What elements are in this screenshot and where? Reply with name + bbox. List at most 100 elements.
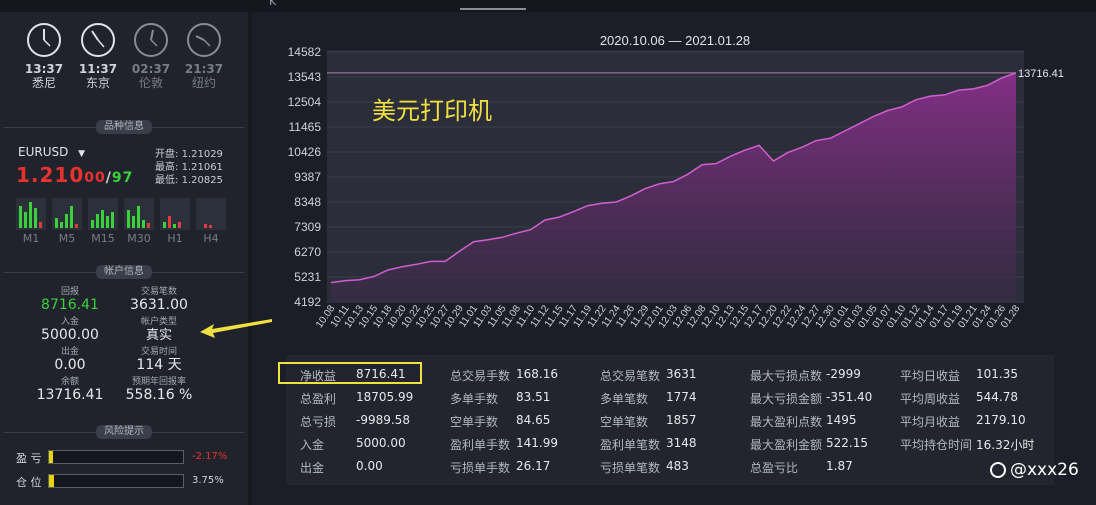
stat-label: 多单手数 bbox=[450, 392, 499, 406]
stat-value: 3148 bbox=[666, 436, 697, 450]
y-tick-label: 10426 bbox=[288, 145, 322, 159]
stat-value: 83.51 bbox=[516, 390, 551, 404]
y-tick-label: 14582 bbox=[288, 45, 322, 59]
position-bar bbox=[48, 474, 184, 488]
stat-item: 最大盈利点数 1495 bbox=[750, 413, 857, 430]
stat-item: 平均日收益 101.35 bbox=[900, 367, 1018, 384]
section-title: 风险提示 bbox=[96, 425, 152, 439]
stat-value: 522.15 bbox=[826, 436, 868, 450]
stat-item: 总盈亏比 1.87 bbox=[750, 459, 853, 476]
stat-item: 空单手数 84.65 bbox=[450, 413, 550, 430]
stat-label: 平均周收益 bbox=[900, 392, 961, 406]
stat-item: 总交易手数 168.16 bbox=[450, 367, 558, 384]
position-value: 3.75% bbox=[192, 475, 224, 486]
stat-label: 平均日收益 bbox=[900, 369, 961, 383]
watermark-text: @xxx26 bbox=[1010, 460, 1079, 480]
pl-value: -2.17% bbox=[192, 451, 228, 462]
y-tick-label: 13543 bbox=[288, 70, 322, 84]
stat-value: -9989.58 bbox=[356, 413, 410, 427]
last-value-label: 13716.41 bbox=[1018, 68, 1064, 80]
stat-item: 总亏损 -9989.58 bbox=[300, 413, 410, 430]
stat-item: 入金 5000.00 bbox=[300, 436, 406, 453]
stat-item: 盈利单手数 141.99 bbox=[450, 436, 558, 453]
y-tick-label: 11465 bbox=[289, 120, 322, 134]
stat-label: 总交易笔数 bbox=[600, 369, 661, 383]
stat-item: 平均月收益 2179.10 bbox=[900, 413, 1026, 430]
chart-title: 2020.10.06 — 2021.01.28 bbox=[600, 33, 750, 48]
stat-value: 1495 bbox=[826, 413, 857, 427]
stat-item: 总盈利 18705.99 bbox=[300, 390, 413, 407]
y-tick-label: 4192 bbox=[294, 295, 321, 309]
stat-label: 盈利单笔数 bbox=[600, 438, 661, 452]
stat-label: 最大亏损金额 bbox=[750, 392, 823, 406]
pl-bar bbox=[48, 450, 184, 464]
stat-label: 总盈利 bbox=[300, 392, 337, 406]
stat-value: 2179.10 bbox=[976, 413, 1026, 427]
stat-item: 盈利单笔数 3148 bbox=[600, 436, 697, 453]
equity-chart: 14582 13543 12504 11465 10426 9387 8348 7309 627… bbox=[288, 33, 1064, 330]
stat-item: 亏损单笔数 483 bbox=[600, 459, 689, 476]
stat-item: 平均持仓时间 16.32小时 bbox=[900, 436, 1034, 453]
stat-label: 最大亏损点数 bbox=[750, 369, 823, 383]
stat-item: 空单笔数 1857 bbox=[600, 413, 697, 430]
stat-value: -351.40 bbox=[826, 390, 873, 404]
stat-label: 空单手数 bbox=[450, 415, 499, 429]
stat-label: 最大盈利点数 bbox=[750, 415, 823, 429]
stat-item: 亏损单手数 26.17 bbox=[450, 459, 550, 476]
stat-label: 多单笔数 bbox=[600, 392, 649, 406]
stat-value: 483 bbox=[666, 459, 689, 473]
annual-value: 558.16 % bbox=[125, 387, 193, 403]
section-risk: 风险提示 bbox=[0, 425, 248, 439]
stat-label: 亏损单手数 bbox=[450, 461, 511, 475]
chart-annotation: 美元打印机 bbox=[372, 97, 492, 125]
stat-label: 最大盈利金额 bbox=[750, 438, 823, 452]
stat-value: 544.78 bbox=[976, 390, 1018, 404]
stat-label: 空单笔数 bbox=[600, 415, 649, 429]
stat-item: 最大亏损金额 -351.40 bbox=[750, 390, 872, 407]
stat-value: 18705.99 bbox=[356, 390, 414, 404]
stat-item: 多单手数 83.51 bbox=[450, 390, 550, 407]
net-profit-highlight bbox=[278, 362, 422, 384]
stat-value: 16.32小时 bbox=[976, 438, 1035, 452]
stat-label: 总交易手数 bbox=[450, 369, 511, 383]
stat-value: 101.35 bbox=[976, 367, 1018, 381]
annual-label: 预期年回报率 bbox=[131, 377, 186, 387]
y-tick-label: 8348 bbox=[294, 195, 321, 209]
stat-value: 141.99 bbox=[516, 436, 558, 450]
stat-value: 5000.00 bbox=[356, 436, 406, 450]
y-tick-label: 6270 bbox=[294, 245, 321, 259]
pl-bar-fill bbox=[49, 451, 54, 463]
stat-item: 最大盈利金额 522.15 bbox=[750, 436, 868, 453]
stat-item: 多单笔数 1774 bbox=[600, 390, 697, 407]
stat-value: 1774 bbox=[666, 390, 697, 404]
y-tick-label: 12504 bbox=[288, 95, 322, 109]
stat-value: 168.16 bbox=[516, 367, 558, 381]
stat-value: 0.00 bbox=[356, 459, 383, 473]
time-value: 114 天 bbox=[136, 357, 182, 373]
stat-value: 26.17 bbox=[516, 459, 551, 473]
y-tick-label: 9387 bbox=[294, 170, 321, 184]
stat-value: -2999 bbox=[826, 367, 861, 381]
stat-label: 盈利单手数 bbox=[450, 438, 511, 452]
position-label: 仓 位 bbox=[16, 476, 42, 489]
stat-label: 亏损单笔数 bbox=[600, 461, 661, 475]
stat-value: 84.65 bbox=[516, 413, 551, 427]
stat-label: 平均月收益 bbox=[900, 415, 961, 429]
stat-label: 出金 bbox=[300, 461, 325, 475]
stat-item: 最大亏损点数 -2999 bbox=[750, 367, 861, 384]
watermark: @xxx26 bbox=[990, 460, 1079, 480]
stat-label: 入金 bbox=[300, 438, 325, 452]
position-bar-fill bbox=[49, 475, 55, 487]
stat-label: 平均持仓时间 bbox=[900, 438, 973, 452]
stat-value: 1.87 bbox=[826, 459, 853, 473]
y-tick-label: 7309 bbox=[294, 220, 321, 234]
stat-label: 总亏损 bbox=[300, 415, 337, 429]
stat-item: 平均周收益 544.78 bbox=[900, 390, 1018, 407]
stat-value: 1857 bbox=[666, 413, 697, 427]
y-tick-label: 5231 bbox=[294, 270, 321, 284]
stat-value: 3631 bbox=[666, 367, 697, 381]
stat-item: 总交易笔数 3631 bbox=[600, 367, 697, 384]
account-annual: 预期年回报率 558.16 % bbox=[104, 377, 214, 404]
weibo-icon bbox=[990, 462, 1006, 478]
stat-label: 总盈亏比 bbox=[750, 461, 799, 475]
